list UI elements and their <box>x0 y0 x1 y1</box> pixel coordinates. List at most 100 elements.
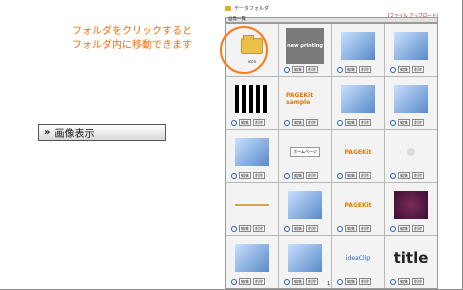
image-thumbnail[interactable] <box>233 81 271 117</box>
cell-controls: 編集 削除 <box>337 278 371 285</box>
edit-button[interactable]: 編集 <box>345 225 357 232</box>
image-thumbnail[interactable] <box>339 28 377 64</box>
grid-cell: 編集 削除 <box>332 24 384 76</box>
image-thumbnail[interactable]: new printing <box>286 28 324 64</box>
edit-button[interactable]: 編集 <box>345 172 357 179</box>
zoom-icon[interactable] <box>390 119 396 126</box>
zoom-icon[interactable] <box>231 119 237 126</box>
zoom-icon[interactable] <box>284 225 290 232</box>
zoom-icon[interactable] <box>337 225 343 232</box>
delete-button[interactable]: 削除 <box>412 119 424 126</box>
cell-controls: 編集 削除 <box>284 119 318 126</box>
delete-button[interactable]: 削除 <box>359 66 371 73</box>
zoom-icon[interactable] <box>284 119 290 126</box>
edit-button[interactable]: 編集 <box>292 66 304 73</box>
image-display-button[interactable]: » 画像表示 <box>38 124 166 141</box>
cell-controls: 編集 削除 <box>284 66 318 73</box>
edit-button[interactable]: 編集 <box>292 225 304 232</box>
delete-button[interactable]: 削除 <box>359 119 371 126</box>
image-thumbnail[interactable]: PAGEKit sample <box>286 81 324 117</box>
delete-button[interactable]: 削除 <box>306 66 318 73</box>
zoom-icon[interactable] <box>284 278 290 285</box>
image-thumbnail[interactable] <box>233 187 271 223</box>
cell-controls: 編集 削除 <box>231 278 265 285</box>
page-number[interactable]: 1 <box>327 281 330 287</box>
image-thumbnail[interactable]: PAGEKit <box>339 134 377 170</box>
zoom-icon[interactable] <box>284 172 290 179</box>
delete-button[interactable]: 削除 <box>253 225 265 232</box>
grapes-icon <box>394 191 428 219</box>
cell-controls: 編集 削除 <box>337 172 371 179</box>
zoom-icon[interactable] <box>390 66 396 73</box>
delete-button[interactable]: 削除 <box>253 172 265 179</box>
zoom-icon[interactable] <box>231 278 237 285</box>
image-thumbnail[interactable]: ホームページ <box>286 134 324 170</box>
title-label: title <box>393 249 429 267</box>
zoom-icon[interactable] <box>390 172 396 179</box>
delete-button[interactable]: 削除 <box>412 66 424 73</box>
delete-button[interactable]: 削除 <box>412 172 424 179</box>
dot-icon <box>407 148 415 156</box>
grid-cell: title 編集 削除 <box>385 236 437 288</box>
zoom-icon[interactable] <box>390 225 396 232</box>
edit-button[interactable]: 編集 <box>345 278 357 285</box>
pagekit-label: PAGEKit <box>344 201 372 209</box>
delete-button[interactable]: 削除 <box>359 225 371 232</box>
cell-controls: 編集 削除 <box>390 119 424 126</box>
grid-cell: 編集 削除 <box>226 130 278 182</box>
image-thumbnail[interactable] <box>392 134 430 170</box>
zoom-icon[interactable] <box>390 278 396 285</box>
delete-button[interactable]: 削除 <box>412 278 424 285</box>
image-thumbnail[interactable] <box>339 81 377 117</box>
edit-button[interactable]: 編集 <box>345 66 357 73</box>
edit-button[interactable]: 編集 <box>398 66 410 73</box>
image-thumbnail[interactable] <box>392 187 430 223</box>
delete-button[interactable]: 削除 <box>306 119 318 126</box>
delete-button[interactable]: 削除 <box>306 225 318 232</box>
image-thumbnail[interactable]: ideaClip <box>339 240 377 276</box>
edit-button[interactable]: 編集 <box>398 119 410 126</box>
grid-cell: 編集 削除 <box>385 77 437 129</box>
zoom-icon[interactable] <box>337 278 343 285</box>
delete-button[interactable]: 削除 <box>359 278 371 285</box>
edit-button[interactable]: 編集 <box>398 172 410 179</box>
delete-button[interactable]: 削除 <box>306 172 318 179</box>
edit-button[interactable]: 編集 <box>292 119 304 126</box>
photo-icon <box>341 85 375 113</box>
edit-button[interactable]: 編集 <box>239 225 251 232</box>
image-thumbnail[interactable]: PAGEKit <box>339 187 377 223</box>
delete-button[interactable]: 削除 <box>359 172 371 179</box>
grid-cell: 編集 削除 <box>332 77 384 129</box>
edit-button[interactable]: 編集 <box>239 172 251 179</box>
zoom-icon[interactable] <box>231 172 237 179</box>
image-thumbnail[interactable] <box>392 28 430 64</box>
image-thumbnail[interactable] <box>286 240 324 276</box>
delete-button[interactable]: 削除 <box>253 278 265 285</box>
delete-button[interactable]: 削除 <box>306 278 318 285</box>
edit-button[interactable]: 編集 <box>398 225 410 232</box>
grid-cell: PAGEKit sample 編集 削除 <box>279 77 331 129</box>
edit-button[interactable]: 編集 <box>398 278 410 285</box>
edit-button[interactable]: 編集 <box>239 278 251 285</box>
edit-button[interactable]: 編集 <box>239 119 251 126</box>
edit-button[interactable]: 編集 <box>292 172 304 179</box>
image-thumbnail[interactable]: title <box>392 240 430 276</box>
zoom-icon[interactable] <box>284 66 290 73</box>
image-thumbnail[interactable] <box>392 81 430 117</box>
image-thumbnail[interactable] <box>286 187 324 223</box>
edit-button[interactable]: 編集 <box>345 119 357 126</box>
delete-button[interactable]: 削除 <box>253 119 265 126</box>
grid-cell: PAGEKit 編集 削除 <box>332 183 384 235</box>
edit-button[interactable]: 編集 <box>292 278 304 285</box>
callout-line-1: フォルダをクリックすると <box>72 26 192 37</box>
airplane-icon <box>235 244 269 272</box>
photo-icon <box>288 191 322 219</box>
image-thumbnail[interactable] <box>233 134 271 170</box>
zoom-icon[interactable] <box>337 119 343 126</box>
delete-button[interactable]: 削除 <box>412 225 424 232</box>
zoom-icon[interactable] <box>337 172 343 179</box>
zoom-icon[interactable] <box>231 225 237 232</box>
image-thumbnail[interactable] <box>233 240 271 276</box>
zoom-icon[interactable] <box>337 66 343 73</box>
folder-breadcrumb[interactable]: データフォルダ <box>225 5 269 12</box>
